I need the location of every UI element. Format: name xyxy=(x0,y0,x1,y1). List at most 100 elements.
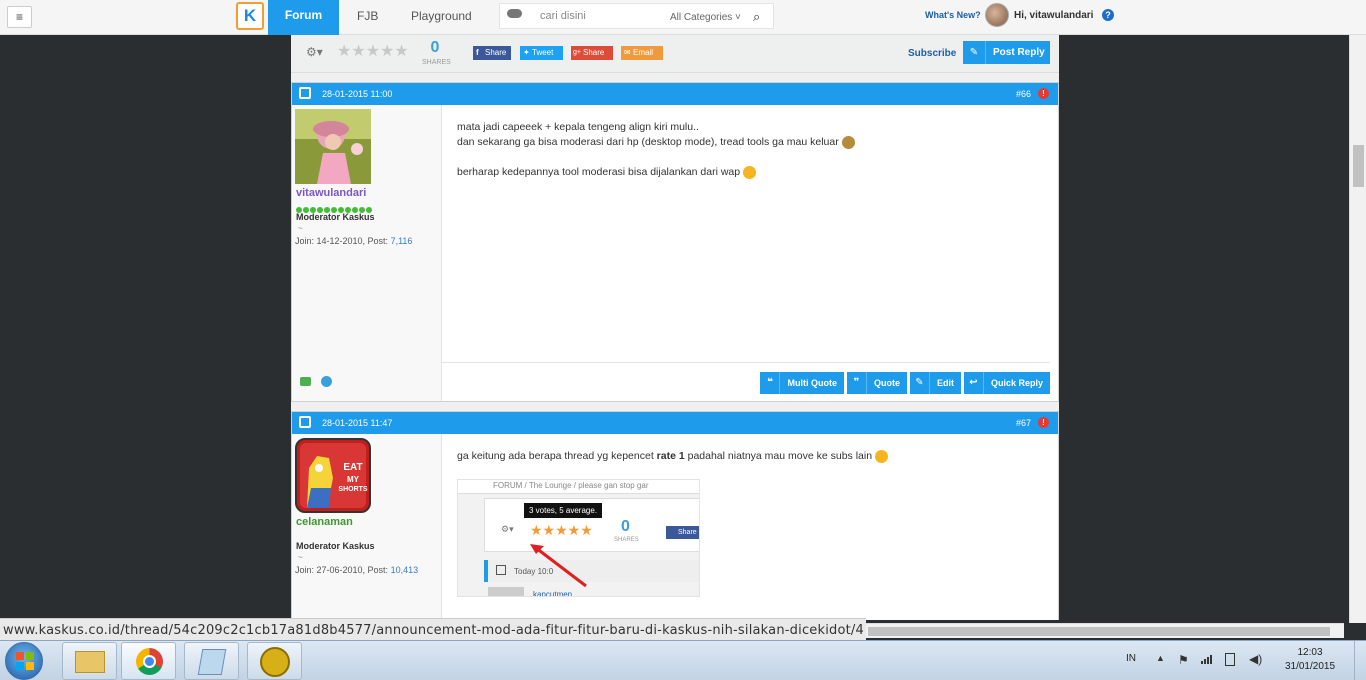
thread-toolbar: ⚙▾ ★★★★★ 0 SHARES f Share ✦ Tweet g+ Share … xyxy=(291,35,1059,73)
post-message: mata jadi capeeek + kepala tengeng align… xyxy=(457,120,855,180)
signal-icon[interactable] xyxy=(1201,654,1215,664)
start-button[interactable] xyxy=(5,642,43,680)
gear-icon: ⚙▾ xyxy=(501,524,514,534)
language-indicator[interactable]: IN xyxy=(1126,653,1136,664)
system-clock[interactable]: 12:03 31/01/2015 xyxy=(1280,646,1340,674)
tab-forum[interactable]: Forum xyxy=(268,0,339,35)
username[interactable]: vitawulandari xyxy=(296,187,366,199)
user-greeting[interactable]: Hi, vitawulandari xyxy=(1014,10,1093,21)
multi-quote-button[interactable]: ❝ Multi Quote xyxy=(760,372,844,394)
user-role: Moderator Kaskus xyxy=(296,212,375,222)
user-panel: EAT MY SHORTS celanaman Moderator Kaskus… xyxy=(292,434,442,620)
help-icon[interactable]: ? xyxy=(1102,9,1114,21)
status-icon xyxy=(321,376,332,387)
embed-breadcrumb: FORUM / The Lounge / please gan stop gar xyxy=(458,480,699,494)
gear-icon[interactable]: ⚙▾ xyxy=(306,45,323,59)
facebook-share-button[interactable]: f Share xyxy=(473,46,511,60)
svg-text:MY: MY xyxy=(347,475,360,484)
user-panel: vitawulandari Moderator Kaskus ~ Join: 1… xyxy=(292,105,442,401)
app-icon[interactable] xyxy=(247,642,302,680)
tab-playground[interactable]: Playground xyxy=(411,9,472,23)
reputation-dots xyxy=(296,204,373,213)
twitter-share-button[interactable]: ✦ Tweet xyxy=(520,46,563,60)
scroll-thumb[interactable] xyxy=(1353,145,1364,187)
thread-content: ⚙▾ ★★★★★ 0 SHARES f Share ✦ Tweet g+ Share … xyxy=(291,35,1059,620)
report-icon[interactable]: ! xyxy=(1038,88,1049,99)
email-share-button[interactable]: ✉ Email xyxy=(621,46,663,60)
user-avatar[interactable] xyxy=(985,3,1009,27)
post-actions: ❝ Multi Quote ❞ Quote ✎ Edit ↩ Quick Reply xyxy=(760,372,1050,394)
embed-shares-label: SHARES xyxy=(614,537,639,543)
whats-new-link[interactable]: What's New? xyxy=(925,10,981,20)
kaskus-logo[interactable]: K xyxy=(236,2,264,30)
edit-button[interactable]: ✎ Edit xyxy=(909,372,961,394)
user-title: ~ xyxy=(298,553,303,562)
svg-text:EAT: EAT xyxy=(343,462,362,473)
post-number[interactable]: #67 xyxy=(1016,418,1031,428)
google-share-button[interactable]: g+ Share xyxy=(571,46,613,60)
username[interactable]: celanaman xyxy=(296,516,353,528)
post-count-link[interactable]: 10,413 xyxy=(391,565,419,575)
emoticon-icon xyxy=(841,135,855,149)
embedded-screenshot[interactable]: FORUM / The Lounge / please gan stop gar… xyxy=(457,479,700,597)
report-icon[interactable]: ! xyxy=(1038,417,1049,428)
post-count-link[interactable]: 7,116 xyxy=(391,236,413,246)
avatar[interactable]: EAT MY SHORTS xyxy=(295,438,371,513)
pencil-icon: ✎ xyxy=(963,41,986,64)
category-select[interactable]: All Categories ˅ xyxy=(670,12,741,23)
post-reply-button[interactable]: ✎ Post Reply xyxy=(963,41,1050,64)
show-desktop-button[interactable] xyxy=(1354,641,1366,680)
quote-button[interactable]: ❞ Quote xyxy=(846,372,907,394)
embed-shares-count: 0 xyxy=(621,518,630,535)
avatar[interactable] xyxy=(295,109,371,184)
windows-taskbar: IN ▲ ⚑ ◀) 12:03 31/01/2015 xyxy=(0,640,1366,680)
quick-reply-button[interactable]: ↩ Quick Reply xyxy=(963,372,1050,394)
chrome-icon[interactable] xyxy=(121,642,176,680)
hamburger-icon[interactable]: ≡ xyxy=(7,6,32,28)
scroll-thumb[interactable] xyxy=(868,627,1330,636)
horizontal-scrollbar[interactable] xyxy=(866,623,1344,638)
embed-stars: ★★★★★ xyxy=(530,522,593,538)
post-date: 28-01-2015 11:47 xyxy=(322,418,393,428)
post-66: 28-01-2015 11:00 #66 ! vitawulandari Mod… xyxy=(291,82,1059,402)
checkbox-icon[interactable] xyxy=(299,87,311,99)
user-title: ~ xyxy=(298,224,303,233)
post-header: 28-01-2015 11:00 #66 ! xyxy=(292,83,1058,105)
post-67: 28-01-2015 11:47 #67 ! EAT MY SHORTS cel… xyxy=(291,411,1059,620)
rating-stars[interactable]: ★★★★★ xyxy=(337,41,409,61)
post-header: 28-01-2015 11:47 #67 ! xyxy=(292,412,1058,434)
tray-expand-icon[interactable]: ▲ xyxy=(1156,653,1165,663)
quote-icon: ❝ xyxy=(760,372,781,394)
post-number[interactable]: #66 xyxy=(1016,89,1031,99)
edit-icon: ✎ xyxy=(910,372,930,394)
post-message: ga keitung ada berapa thread yg kepencet… xyxy=(457,449,888,464)
shares-count: 0 xyxy=(430,39,440,56)
cloud-icon xyxy=(507,9,522,18)
join-info: Join: 27-06-2010, Post: 10,413 xyxy=(295,565,419,575)
search-bar: cari disini All Categories ˅ ⌕ xyxy=(499,3,774,29)
tab-fjb[interactable]: FJB xyxy=(357,9,378,23)
status-url: www.kaskus.co.id/thread/54c209c2c1cb17a8… xyxy=(0,618,866,641)
shares-label: SHARES xyxy=(422,59,451,66)
embed-avatar xyxy=(488,587,524,596)
search-input[interactable]: cari disini xyxy=(540,10,586,22)
emoticon-icon xyxy=(874,449,888,463)
emoticon-icon xyxy=(743,165,757,179)
explorer-icon[interactable] xyxy=(62,642,117,680)
windows-logo-icon xyxy=(16,652,34,670)
embed-share: Share xyxy=(666,526,699,539)
flag-icon[interactable]: ⚑ xyxy=(1178,653,1189,667)
notepad-icon[interactable] xyxy=(184,642,239,680)
subscribe-link[interactable]: Subscribe xyxy=(908,48,956,59)
reply-icon: ↩ xyxy=(964,372,984,394)
embed-user: kancutmen xyxy=(533,590,573,597)
battery-icon[interactable] xyxy=(1225,653,1235,666)
checkbox-icon[interactable] xyxy=(299,416,311,428)
top-navigation: ≡ K Forum FJB Playground cari disini All… xyxy=(0,0,1366,35)
online-icon xyxy=(300,377,311,386)
vertical-scrollbar[interactable] xyxy=(1349,35,1366,623)
embed-checkbox xyxy=(496,565,506,575)
volume-icon[interactable]: ◀) xyxy=(1249,652,1262,666)
svg-text:SHORTS: SHORTS xyxy=(338,486,368,493)
search-icon[interactable]: ⌕ xyxy=(753,9,760,25)
